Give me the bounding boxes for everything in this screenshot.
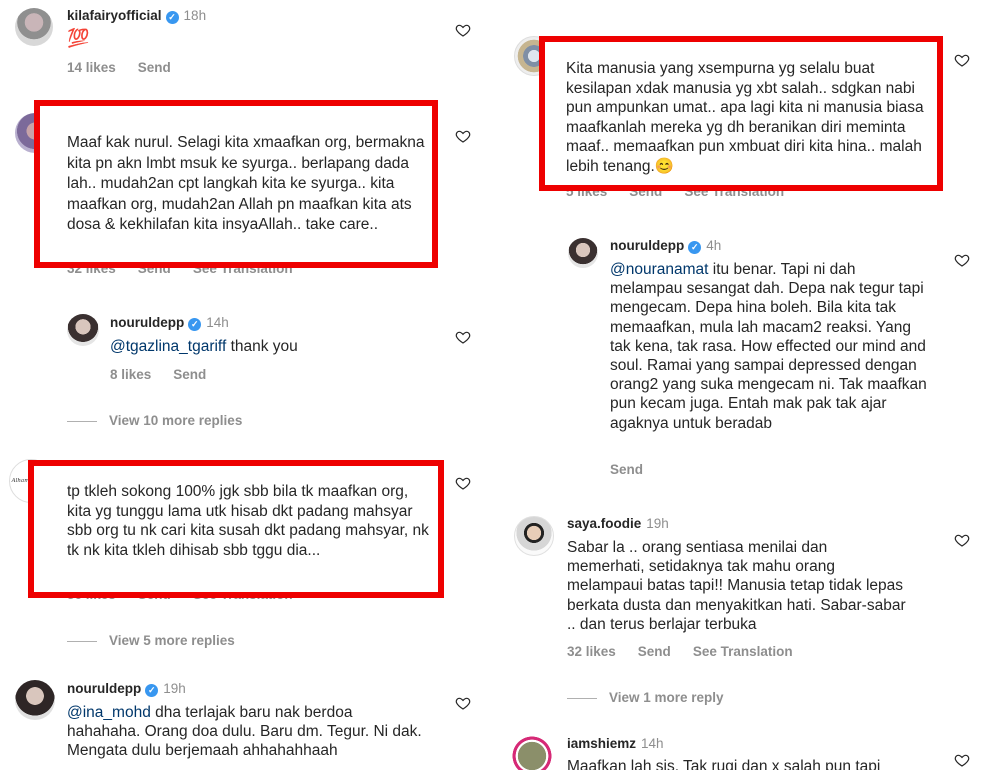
comment-header: iamshiemz 14h	[567, 736, 664, 751]
avatar[interactable]	[15, 680, 55, 720]
heart-icon[interactable]	[455, 695, 471, 711]
comment-header: saya.foodie 19h	[567, 516, 669, 531]
send-button[interactable]: Send	[610, 462, 643, 477]
divider	[567, 697, 597, 699]
heart-icon[interactable]	[954, 532, 970, 548]
username[interactable]: nouruldepp	[67, 681, 141, 696]
heart-icon[interactable]	[954, 252, 970, 268]
username[interactable]: nouruldepp	[110, 315, 184, 330]
heart-icon[interactable]	[455, 475, 471, 491]
heart-icon[interactable]	[455, 128, 471, 144]
view-more-replies-button[interactable]: View 10 more replies	[67, 413, 242, 428]
timestamp: 19h	[163, 681, 186, 696]
verified-icon: ✓	[165, 11, 179, 24]
username[interactable]: nouruldepp	[610, 238, 684, 253]
see-translation-button[interactable]: See Translation	[693, 644, 793, 659]
mention-link[interactable]: @tgazlina_tgariff	[110, 338, 226, 355]
left-panel: kilafairyofficial✓18h 💯 14 likesSend tga…	[0, 0, 490, 770]
likes-count[interactable]: 32 likes	[567, 644, 616, 659]
right-panel: nouranamat16h 5 likesSendSee Translation…	[496, 0, 1000, 770]
timestamp: 14h	[641, 736, 664, 751]
comment-actions: 32 likes Send See Translation	[567, 644, 815, 659]
comment-text: @ina_mohd dha terlajak baru nak berdoa h…	[67, 704, 422, 759]
heart-icon[interactable]	[455, 22, 471, 38]
timestamp: 14h	[206, 315, 229, 330]
comment-text: Kita manusia yang xsempurna yg selalu bu…	[566, 60, 924, 175]
mention-link[interactable]: @ina_mohd	[67, 704, 151, 721]
send-button[interactable]: Send	[638, 644, 671, 659]
username[interactable]: kilafairyofficial	[67, 8, 162, 23]
timestamp: 4h	[706, 238, 722, 253]
comment-text: Maafkan lah sis. Tak rugi dan x salah pu…	[567, 758, 881, 770]
avatar[interactable]	[67, 314, 99, 346]
heart-icon[interactable]	[954, 52, 970, 68]
avatar[interactable]	[568, 238, 598, 268]
avatar[interactable]	[514, 516, 554, 556]
timestamp: 18h	[183, 8, 207, 23]
verified-icon: ✓	[188, 318, 202, 331]
reply-text: @tgazlina_tgariff thank you	[110, 338, 298, 355]
divider	[67, 640, 97, 642]
comment-actions: Send	[610, 462, 665, 477]
comment-actions: 8 likes Send	[110, 367, 228, 382]
view-more-replies-button[interactable]: View 1 more reply	[567, 690, 724, 705]
username[interactable]: iamshiemz	[567, 736, 636, 751]
comment-text: Sabar la .. orang sentiasa menilai dan m…	[567, 539, 906, 633]
send-button[interactable]: Send	[173, 367, 206, 382]
avatar[interactable]	[510, 734, 554, 770]
reply-header: nouruldepp ✓ 14h	[110, 315, 229, 331]
likes-count[interactable]: 14 likes	[67, 60, 116, 75]
avatar[interactable]	[15, 8, 53, 46]
heart-icon[interactable]	[954, 752, 970, 768]
view-more-replies-button[interactable]: View 5 more replies	[67, 633, 235, 648]
comment-text: tp tkleh sokong 100% jgk sbb bila tk maa…	[67, 483, 429, 559]
comment-header: nouruldepp ✓ 19h	[67, 681, 186, 697]
verified-icon: ✓	[688, 241, 702, 254]
timestamp: 19h	[646, 516, 669, 531]
comment-header: kilafairyofficial ✓ 18h	[67, 8, 206, 24]
likes-count[interactable]: 8 likes	[110, 367, 151, 382]
mention-link[interactable]: @nouranamat	[610, 261, 708, 278]
reply-header: nouruldepp ✓ 4h	[610, 238, 721, 254]
reply-text: @nouranamat itu benar. Tapi ni dah melam…	[610, 261, 927, 432]
verified-icon: ✓	[145, 684, 159, 697]
comment-actions: 14 likes Send	[67, 60, 193, 75]
username[interactable]: saya.foodie	[567, 516, 641, 531]
send-button[interactable]: Send	[138, 60, 171, 75]
comment-text: Maaf kak nurul. Selagi kita xmaafkan org…	[67, 134, 425, 233]
heart-icon[interactable]	[455, 329, 471, 345]
divider	[67, 420, 97, 422]
comment-text: 💯	[67, 28, 90, 48]
